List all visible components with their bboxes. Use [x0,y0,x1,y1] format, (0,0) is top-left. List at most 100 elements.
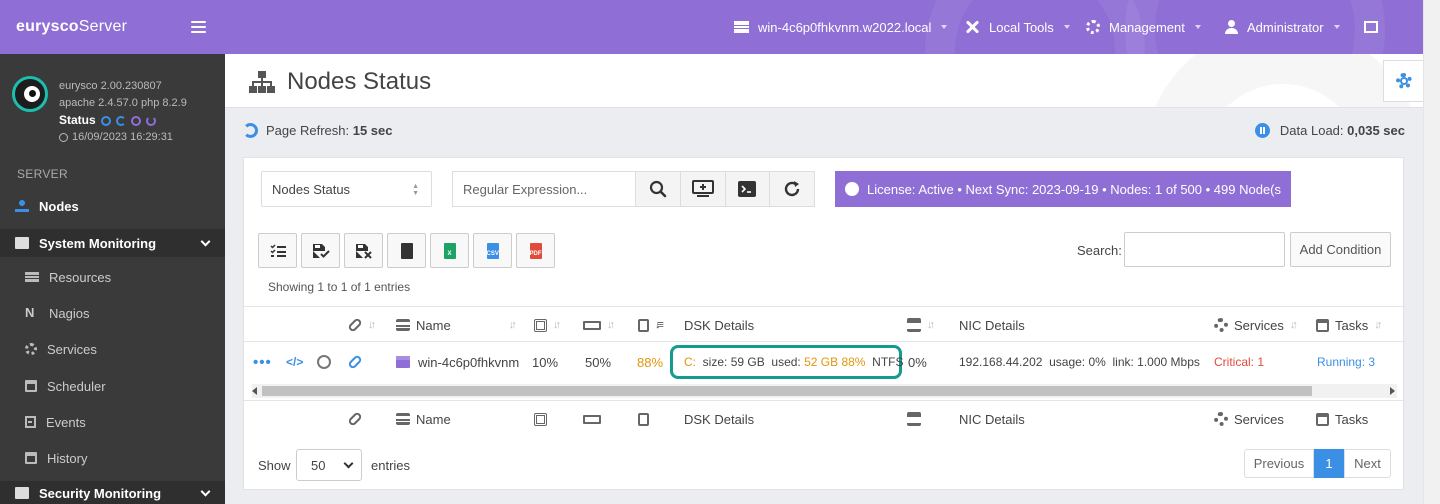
sidebar-item-events[interactable]: Events [0,410,225,434]
col-name[interactable]: Name ↓↑ [396,307,517,343]
status-refresh-icon [145,115,156,126]
status-row: Status [59,112,187,129]
save-state-button[interactable] [301,233,340,268]
page-scrollbar[interactable] [1423,0,1440,504]
services-status[interactable]: Critical: 1 [1214,342,1264,382]
certificate-icon [845,182,859,196]
chevron-down-icon [200,236,211,247]
ram-usage: 50% [585,354,612,370]
disk-usage: 88% [637,354,664,370]
license-banner: License: Active • Next Sync: 2023-09-19 … [835,171,1291,207]
add-condition-button[interactable]: Add Condition [1290,232,1391,267]
col-services[interactable]: Services ↓↑ [1214,307,1298,343]
expand-icon [1364,21,1378,33]
chevron-down-icon [200,486,211,497]
scroll-thumb[interactable] [262,386,1312,396]
calendar-icon [1316,412,1329,426]
page-1-button[interactable]: 1 [1314,449,1344,478]
sidebar-item-services[interactable]: Services [0,337,225,361]
management-menu[interactable]: Management [1086,0,1201,54]
memory-icon [583,414,601,424]
link-icon[interactable] [347,354,363,370]
col-cpu[interactable]: ↓↑ [534,307,561,343]
sidebar-item-resources[interactable]: Resources [0,265,225,289]
sidebar-item-security-monitoring[interactable]: Security Monitoring [0,481,225,504]
col-tasks[interactable]: Tasks ↓↑ [1316,307,1382,343]
page-size-select[interactable]: 50 [296,449,362,481]
monitor-icon [15,487,29,499]
row-actions-icon[interactable]: ••• [253,342,272,382]
sort-icon: ↓↑ [1289,319,1298,331]
csv-icon: CSV [486,242,499,259]
local-tools-menu[interactable]: Local Tools [965,0,1070,54]
sitemap-icon [249,71,275,93]
calendar-icon [1316,318,1329,332]
col-link[interactable]: ↓↑ [347,307,376,343]
view-select[interactable]: Nodes Status ▲ ▼ [261,171,432,207]
server-icon [734,21,749,33]
sidebar-item-scheduler[interactable]: Scheduler [0,374,225,398]
clear-state-button[interactable] [344,233,383,268]
table-search-input[interactable] [1124,232,1285,267]
pause-icon[interactable] [1254,123,1270,138]
network-icon [907,318,921,332]
pagination: Previous 1 Next [1244,449,1391,478]
export-excel-button[interactable]: X [430,233,469,268]
caret-down-icon [1333,25,1340,29]
user-icon [1225,20,1238,34]
export-pdf-button[interactable]: PDF [516,233,555,268]
sort-icon: ↓↑ [927,319,935,331]
data-load-info: Data Load: 0,035 sec [1254,123,1405,138]
col-ram[interactable]: ↓↑ [583,307,615,343]
code-icon[interactable]: </> [286,342,303,382]
terminal-button[interactable] [724,172,770,206]
disk-icon [638,318,649,332]
tools-icon [965,20,980,34]
table-footer: Name DSK Details NIC Details Services Ta… [244,400,1405,436]
column-visibility-button[interactable] [258,233,297,268]
sort-desc-icon: ↓≡ [655,319,664,331]
remote-desktop-button[interactable] [679,172,725,206]
refresh-icon[interactable] [243,123,258,138]
sidebar-item-system-monitoring[interactable]: System Monitoring [0,229,225,257]
fullscreen-button[interactable] [1364,0,1381,54]
page-refresh-info: Page Refresh: 15 sec [243,123,393,138]
excel-icon: X [443,242,456,259]
regex-input[interactable] [453,172,635,206]
col-disk[interactable]: ↓≡ [638,307,664,343]
export-csv-button[interactable]: CSV [473,233,512,268]
node-name[interactable]: win-4c6p0fhkvnm [418,342,519,382]
table-hscrollbar[interactable] [252,384,1397,398]
previous-page-button[interactable]: Previous [1244,449,1314,478]
tasks-status[interactable]: Running: 3 [1317,342,1375,382]
cogs-icon [1086,20,1100,34]
user-menu[interactable]: Administrator [1225,0,1340,54]
sidebar: euryscoServer eurysco 2.00.230807 apache… [0,0,225,504]
nodes-panel: Nodes Status ▲▼ License: Active • Next S… [243,157,1405,490]
sidebar-item-nagios[interactable]: N Nagios [0,301,225,325]
scroll-right-icon[interactable] [1390,387,1395,395]
nic-details: 192.168.44.202 usage: 0% link: 1.000 Mbp… [959,355,1200,369]
sidebar-section-server: SERVER [17,167,68,181]
desktop-add-icon [691,180,714,197]
settings-button[interactable] [1383,60,1423,102]
reload-button[interactable] [769,172,814,206]
next-page-button[interactable]: Next [1344,449,1391,478]
cpu-icon [534,318,547,332]
calendar-icon [25,452,37,464]
host-menu[interactable]: win-4c6p0fhkvnm.w2022.local [734,0,948,54]
sidebar-item-history[interactable]: History [0,446,225,470]
search-button[interactable] [635,172,680,206]
scroll-left-icon[interactable] [252,387,257,395]
col-dsk-details: DSK Details [684,317,755,333]
top-navbar: win-4c6p0fhkvnm.w2022.local Local Tools … [225,0,1423,54]
history-icon[interactable] [317,355,331,369]
col-network[interactable]: ↓↑ [907,307,935,343]
brand-logo[interactable]: euryscoServer [16,18,127,36]
menu-toggle-icon[interactable] [191,21,206,33]
copy-button[interactable] [387,233,426,268]
server-icon [25,272,39,282]
status-running-icon [100,115,111,126]
sidebar-item-nodes[interactable]: Nodes [0,194,225,218]
sort-icon: ↓↑ [368,319,376,331]
